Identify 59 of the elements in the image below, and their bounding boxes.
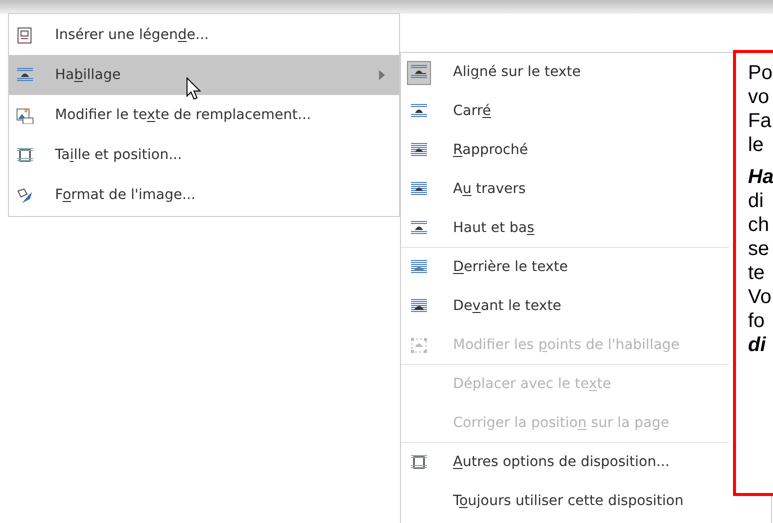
menu-item-label: Autres options de disposition... bbox=[453, 453, 670, 472]
picture-text-icon bbox=[16, 106, 34, 124]
menu-item-label: Au travers bbox=[453, 180, 526, 199]
wrap-icon bbox=[16, 66, 34, 84]
menu-item[interactable]: Carré bbox=[401, 92, 729, 131]
menu-item-label: Modifier le texte de remplacement... bbox=[55, 106, 312, 124]
size-icon bbox=[16, 146, 34, 164]
wrap-icon bbox=[410, 181, 428, 198]
menu-item-label: Déplacer avec le texte bbox=[453, 375, 612, 394]
menu-item-label: Rapproché bbox=[453, 141, 528, 160]
menu-item-label: Carré bbox=[453, 102, 491, 121]
callout-text: di bbox=[748, 189, 764, 213]
menu-item[interactable]: Devant le texte bbox=[401, 287, 729, 326]
mouse-pointer-icon bbox=[186, 77, 202, 101]
caption-icon bbox=[16, 26, 34, 44]
callout-text: ch bbox=[748, 213, 770, 237]
menu-item[interactable]: Format de l'image... bbox=[9, 175, 399, 215]
menu-item-label: Toujours utiliser cette disposition bbox=[453, 492, 684, 511]
wrap-icon bbox=[410, 259, 428, 276]
callout-text: fo bbox=[748, 309, 765, 333]
menu-item[interactable]: Insérer une légende... bbox=[9, 15, 399, 55]
menu-item[interactable]: Taille et position... bbox=[9, 135, 399, 175]
menu-item[interactable]: Derrière le texte bbox=[401, 248, 729, 287]
menu-item-label: Taille et position... bbox=[55, 146, 183, 164]
menu-item-label: Haut et bas bbox=[453, 218, 534, 238]
callout-text: Po bbox=[748, 61, 772, 85]
menu-item[interactable]: Aligné sur le texte bbox=[401, 53, 729, 92]
menu-item[interactable]: Rapproché bbox=[401, 131, 729, 170]
menu-item-label: Format de l'image... bbox=[55, 186, 196, 204]
menu-item-label: Corriger la position sur la page bbox=[453, 414, 670, 432]
size-icon bbox=[410, 454, 428, 471]
callout-text: di bbox=[748, 333, 766, 357]
menu-item[interactable]: Toujours utiliser cette disposition bbox=[401, 482, 729, 521]
menu-item[interactable]: Au travers bbox=[401, 170, 729, 209]
menu-item-label: Insérer une légende... bbox=[55, 26, 210, 44]
callout-text: se bbox=[748, 237, 770, 261]
wrap-icon bbox=[410, 298, 428, 315]
menu-item[interactable]: Modifier le texte de remplacement... bbox=[9, 95, 399, 135]
callout-text: Fa bbox=[748, 109, 772, 133]
wrap-icon bbox=[410, 220, 428, 236]
callout-text: vo bbox=[748, 85, 770, 109]
menu-item[interactable]: Habillage bbox=[9, 55, 399, 95]
callout-text: Vo bbox=[748, 285, 772, 309]
menu-item[interactable]: Haut et bas bbox=[401, 209, 729, 248]
menu-item-label: Devant le texte bbox=[453, 297, 562, 316]
callout-text: te bbox=[748, 261, 765, 285]
wrap-icon bbox=[410, 103, 428, 120]
callout-text: Ha bbox=[748, 165, 773, 189]
wrap-icon bbox=[410, 64, 428, 81]
menu-item-label: Habillage bbox=[55, 66, 122, 84]
menu-item-label: Derrière le texte bbox=[453, 258, 568, 277]
edit-points-icon bbox=[410, 336, 428, 354]
callout-text: le bbox=[748, 133, 764, 157]
menu-item-label: Modifier les points de l'habillage bbox=[453, 336, 680, 354]
wrap-icon bbox=[410, 142, 428, 159]
format-picture-icon bbox=[16, 186, 34, 204]
menu-item[interactable]: Autres options de disposition... bbox=[401, 443, 729, 482]
submenu-arrow-icon bbox=[379, 70, 385, 80]
menu-item-label: Aligné sur le texte bbox=[453, 63, 581, 82]
